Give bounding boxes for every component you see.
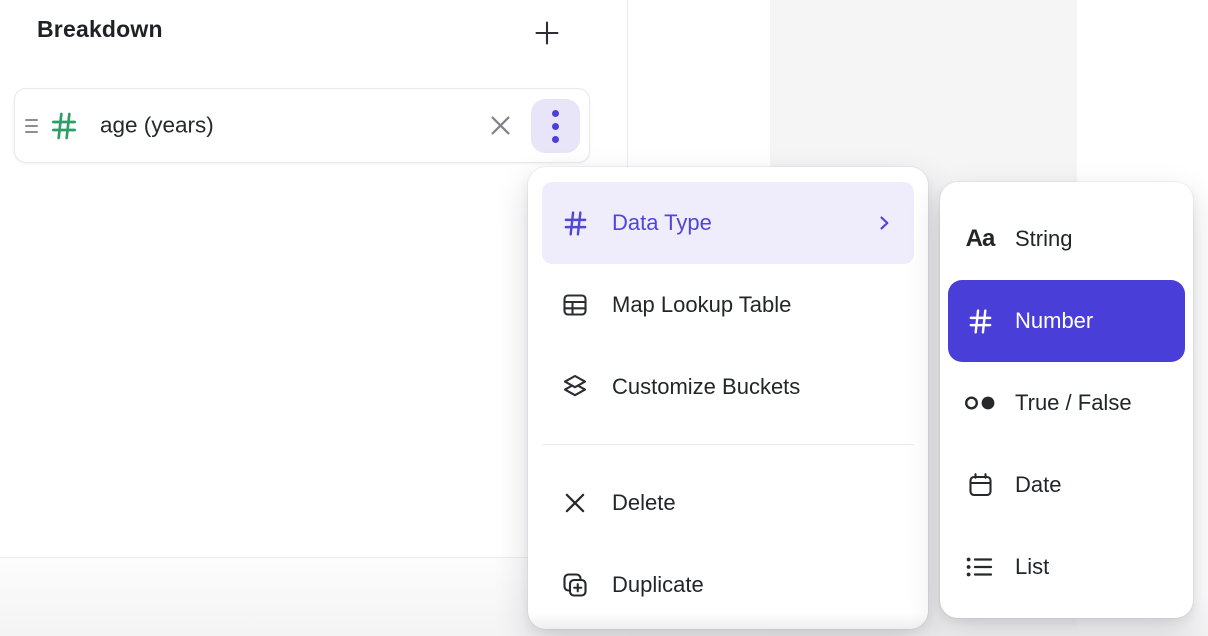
layers-icon: [560, 372, 590, 402]
table-icon: [560, 290, 590, 320]
submenu-item-list[interactable]: List: [948, 526, 1185, 608]
panel-title: Breakdown: [37, 16, 163, 43]
menu-divider: [542, 444, 914, 445]
copy-plus-icon: [560, 570, 590, 600]
menu-item-duplicate[interactable]: Duplicate: [542, 544, 914, 626]
menu-item-customize-buckets[interactable]: Customize Buckets: [542, 346, 914, 428]
chevron-right-icon: [874, 213, 894, 233]
hash-icon: [963, 304, 997, 338]
submenu-item-string[interactable]: Aa String: [948, 198, 1185, 280]
data-type-submenu: Aa String Number True / False: [940, 182, 1193, 618]
aa-icon: Aa: [963, 222, 997, 256]
menu-item-data-type[interactable]: Data Type: [542, 182, 914, 264]
submenu-item-date[interactable]: Date: [948, 444, 1185, 526]
add-breakdown-button[interactable]: [526, 12, 568, 54]
submenu-item-true-false[interactable]: True / False: [948, 362, 1185, 444]
menu-item-delete[interactable]: Delete: [542, 462, 914, 544]
boolean-icon: [963, 386, 997, 420]
drag-handle-icon[interactable]: [25, 119, 38, 133]
field-label: age (years): [100, 112, 214, 138]
remove-field-button[interactable]: [485, 111, 515, 141]
submenu-item-number[interactable]: Number: [948, 280, 1185, 362]
plus-icon: [532, 18, 562, 48]
menu-item-map-lookup-table[interactable]: Map Lookup Table: [542, 264, 914, 346]
kebab-icon: [552, 110, 559, 143]
app-root: Breakdown age (years): [0, 0, 1208, 636]
close-icon: [487, 112, 514, 139]
calendar-icon: [963, 468, 997, 502]
hash-icon: [560, 208, 590, 238]
list-icon: [963, 550, 997, 584]
field-context-menu: Data Type Map Lookup Table: [528, 167, 928, 629]
breakdown-field-row[interactable]: age (years): [14, 88, 590, 163]
field-menu-button[interactable]: [531, 99, 580, 153]
hash-icon: [48, 110, 80, 142]
delete-x-icon: [560, 488, 590, 518]
